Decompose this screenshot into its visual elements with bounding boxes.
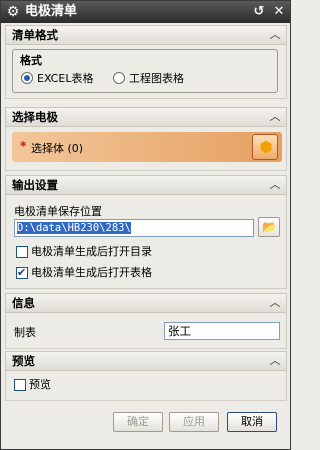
undo-icon[interactable]: ↺ (251, 4, 267, 20)
save-path-value: D:\data\HB230\283\ (17, 222, 131, 234)
radio-drawing-label: 工程图表格 (129, 72, 184, 85)
format-group: 格式 EXCEL表格 工程图表格 (12, 49, 278, 93)
section-list-format-header[interactable]: 清单格式 ︿ (5, 25, 287, 45)
save-location-label: 电极清单保存位置 (14, 205, 102, 218)
cancel-button[interactable]: 取消 (227, 412, 277, 432)
section-preview-header[interactable]: 预览 ︿ (5, 351, 287, 371)
chevron-up-icon[interactable]: ︿ (268, 295, 282, 311)
maker-input[interactable]: 张工 (164, 322, 280, 340)
required-star: * (20, 139, 27, 153)
close-icon[interactable]: ✕ (271, 4, 287, 20)
section-preview-body: 预览 (5, 371, 287, 401)
open-directory-label: 电极清单生成后打开目录 (31, 245, 152, 258)
chevron-up-icon[interactable]: ︿ (268, 177, 282, 193)
save-path-input[interactable]: D:\data\HB230\283\ (14, 219, 254, 237)
section-select-electrode-title: 选择电极 (12, 110, 58, 124)
select-body-label: 选择体 (0) (31, 142, 84, 155)
ok-button[interactable]: 确定 (113, 412, 163, 432)
section-list-format-body: 格式 EXCEL表格 工程图表格 (5, 45, 287, 99)
section-select-electrode-body: * 选择体 (0) ⬢ (5, 127, 287, 171)
section-info-header[interactable]: 信息 ︿ (5, 293, 287, 313)
section-output-settings-header[interactable]: 输出设置 ︿ (5, 175, 287, 195)
folder-open-icon: 📂 (262, 220, 277, 234)
chevron-up-icon[interactable]: ︿ (268, 109, 282, 125)
section-info-body: 制表 张工 (5, 313, 287, 349)
radio-drawing-indicator[interactable] (113, 72, 125, 84)
apply-button[interactable]: 应用 (169, 412, 219, 432)
browse-folder-button[interactable]: 📂 (258, 217, 280, 237)
dialog-title: 电极清单 (25, 4, 78, 19)
electrode-list-dialog: ⚙ 电极清单 ↺ ✕ 清单格式 ︿ 格式 EXCEL表格 工程图表格 选择电极 … (0, 0, 291, 450)
title-bar[interactable]: ⚙ 电极清单 ↺ ✕ (1, 1, 290, 23)
chevron-up-icon[interactable]: ︿ (268, 353, 282, 369)
select-body-button[interactable]: ⬢ (252, 134, 278, 160)
gear-icon[interactable]: ⚙ (5, 4, 21, 20)
open-directory-box[interactable] (16, 246, 28, 258)
preview-label: 预览 (29, 378, 51, 391)
section-select-electrode-header[interactable]: 选择电极 ︿ (5, 107, 287, 127)
format-group-title: 格式 (20, 54, 42, 67)
section-output-settings-body: 电极清单保存位置 D:\data\HB230\283\ 📂 电极清单生成后打开目… (5, 195, 287, 289)
chevron-up-icon[interactable]: ︿ (268, 27, 282, 43)
section-output-settings-title: 输出设置 (12, 178, 58, 192)
solid-body-icon: ⬢ (259, 138, 273, 156)
preview-box[interactable] (14, 379, 26, 391)
section-info-title: 信息 (12, 296, 35, 310)
open-table-box[interactable] (16, 266, 28, 280)
section-list-format-title: 清单格式 (12, 28, 58, 42)
radio-excel-label: EXCEL表格 (37, 72, 94, 85)
radio-excel-indicator[interactable] (21, 72, 33, 84)
section-preview-title: 预览 (12, 354, 35, 368)
maker-label: 制表 (14, 326, 36, 339)
select-body-row[interactable]: * 选择体 (0) ⬢ (12, 132, 282, 162)
open-table-label: 电极清单生成后打开表格 (31, 266, 152, 279)
